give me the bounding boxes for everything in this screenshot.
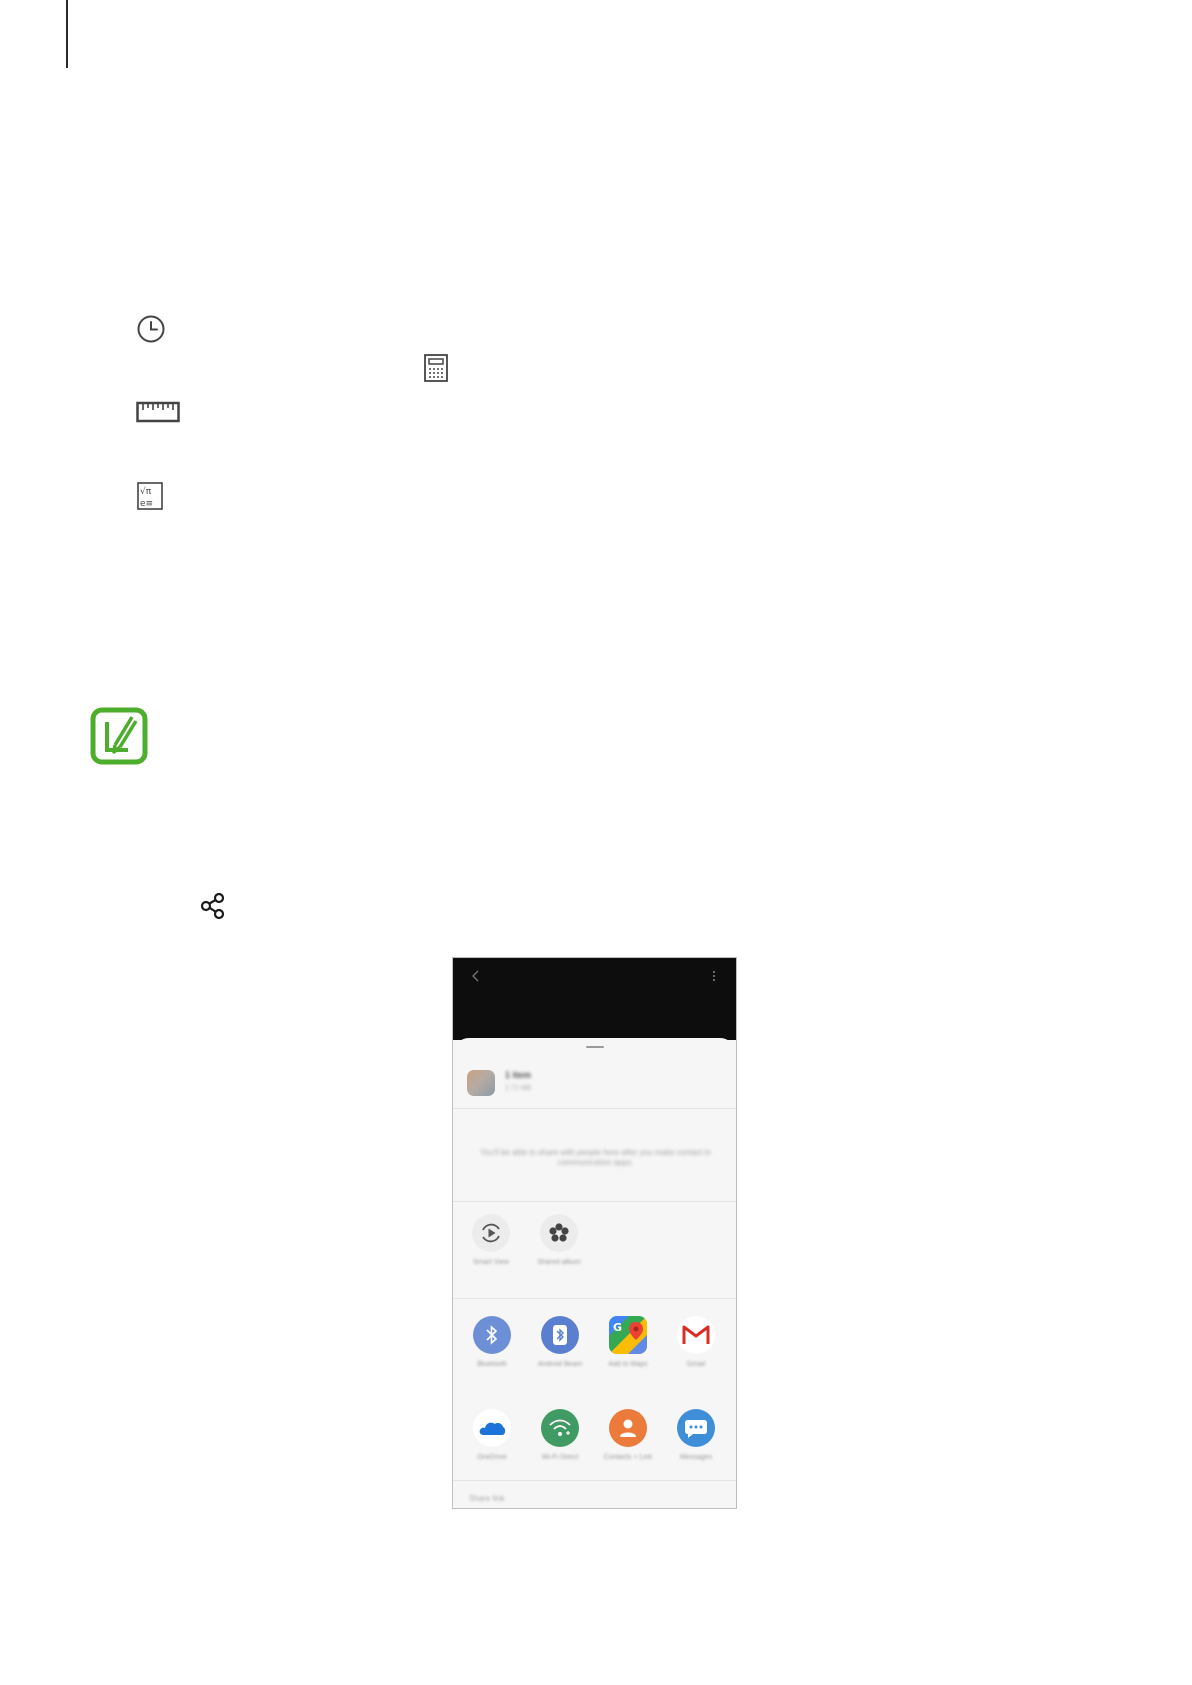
note-pencil-icon	[90, 707, 148, 765]
share-icon	[200, 892, 226, 920]
contacts-button[interactable]: Contacts + Link	[598, 1409, 658, 1462]
maps-label: Add to Maps	[608, 1361, 648, 1368]
share-sheet: 1 item 2.71 MB You'll be able to share w…	[453, 1038, 736, 1508]
wifi-direct-icon	[541, 1409, 579, 1447]
onedrive-button[interactable]: OneDrive	[462, 1409, 522, 1462]
divider	[453, 1201, 736, 1202]
shared-album-icon	[540, 1214, 578, 1252]
shared-album-button[interactable]: Shared album	[529, 1214, 589, 1267]
divider	[453, 1108, 736, 1109]
bluetooth-label: Bluetooth	[477, 1361, 507, 1368]
more-vertical-icon[interactable]	[711, 969, 717, 988]
ruler-icon	[136, 401, 180, 423]
bluetooth-icon	[473, 1316, 511, 1354]
messages-icon	[677, 1409, 715, 1447]
shared-album-label: Shared album	[537, 1259, 581, 1266]
contacts-icon	[609, 1409, 647, 1447]
gmail-button[interactable]: Gmail	[666, 1316, 726, 1369]
maps-button[interactable]: G Add to Maps	[598, 1316, 658, 1369]
smart-view-label: Smart View	[473, 1259, 509, 1266]
bluetooth-button[interactable]: Bluetooth	[462, 1316, 522, 1369]
contacts-label: Contacts + Link	[603, 1454, 653, 1461]
wifi-direct-label: Wi-Fi Direct	[541, 1454, 579, 1461]
svg-text:√π: √π	[140, 486, 152, 497]
app-top-bar	[453, 958, 736, 1040]
image-thumbnail	[467, 1070, 495, 1096]
divider	[453, 1298, 736, 1299]
gmail-label: Gmail	[686, 1361, 706, 1368]
messages-button[interactable]: Messages	[666, 1409, 726, 1462]
sheet-subtitle: 2.71 MB	[505, 1085, 532, 1092]
android-beam-icon	[541, 1316, 579, 1354]
contacts-message: You'll be able to share with people here…	[480, 1148, 711, 1167]
onedrive-icon	[473, 1409, 511, 1447]
sheet-title: 1 item	[505, 1070, 532, 1080]
gmail-icon	[677, 1316, 715, 1354]
android-beam-button[interactable]: Android Beam	[530, 1316, 590, 1369]
google-maps-icon: G	[609, 1316, 647, 1354]
vertical-rule	[66, 0, 68, 68]
calculator-icon	[424, 354, 448, 382]
sheet-handle[interactable]	[586, 1046, 604, 1048]
android-beam-label: Android Beam	[537, 1361, 583, 1368]
smart-view-icon	[472, 1214, 510, 1252]
messages-label: Messages	[680, 1454, 712, 1461]
scientific-calculator-icon: √π e≡	[137, 482, 163, 510]
chevron-left-icon[interactable]	[471, 969, 481, 988]
svg-text:G: G	[613, 1321, 622, 1334]
share-link-label[interactable]: Share link	[469, 1494, 505, 1503]
share-sheet-screenshot: 1 item 2.71 MB You'll be able to share w…	[452, 957, 737, 1509]
smart-view-button[interactable]: Smart View	[461, 1214, 521, 1267]
history-clock-icon	[136, 314, 166, 344]
divider	[453, 1480, 736, 1481]
onedrive-label: OneDrive	[477, 1454, 507, 1461]
svg-text:e≡: e≡	[140, 499, 153, 509]
wifi-direct-button[interactable]: Wi-Fi Direct	[530, 1409, 590, 1462]
